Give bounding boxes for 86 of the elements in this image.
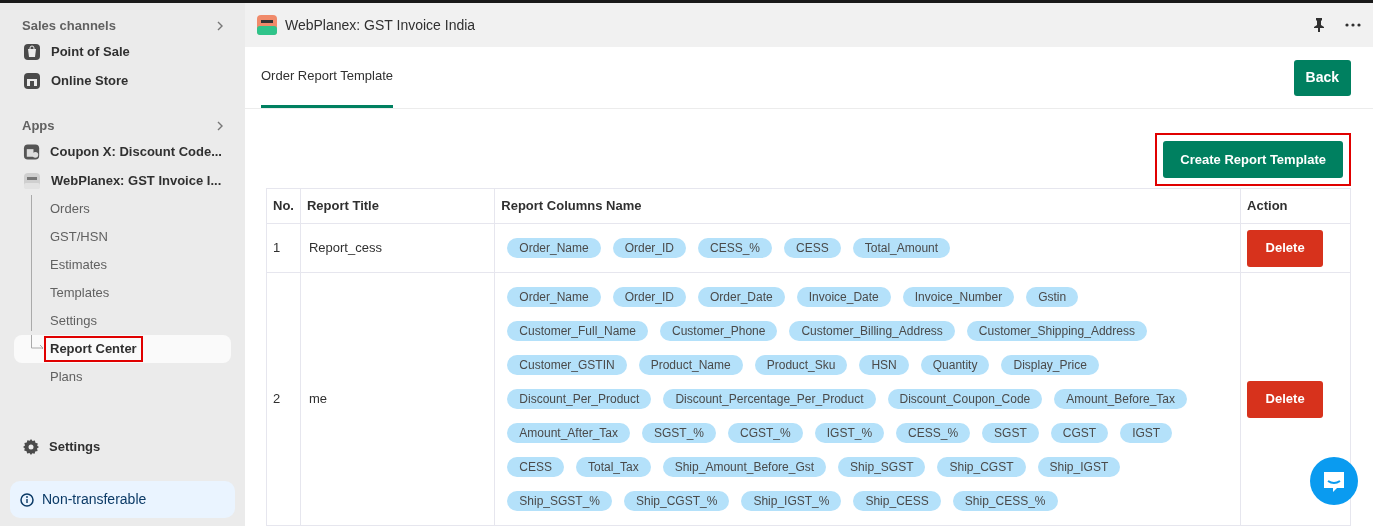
sidebar-item[interactable]: WebPlanex: GST Invoice I... [51, 171, 222, 191]
column-tag: Customer_Full_Name [507, 321, 648, 341]
column-header: Action [1240, 188, 1351, 224]
bag-icon [23, 43, 41, 61]
column-tag: Product_Sku [754, 355, 848, 375]
sidebar-item[interactable]: Coupon X: Discount Code... [50, 142, 222, 162]
chevron-right-icon[interactable] [217, 21, 223, 31]
column-tag: CESS_% [896, 423, 971, 443]
column-tag: Order_ID [612, 238, 686, 258]
column-header: Report Columns Name [494, 188, 1241, 224]
sidebar-subitem[interactable]: Orders [50, 199, 90, 219]
table-cell: Report_cess [300, 223, 495, 273]
column-tag: Ship_CGST [937, 457, 1026, 477]
sidebar-subitem[interactable]: GST/HSN [50, 227, 108, 247]
column-tag: Customer_Phone [660, 321, 778, 341]
delete-button[interactable]: Delete [1247, 380, 1324, 418]
column-tag: CESS_% [698, 238, 773, 258]
tab[interactable]: Order Report Template [261, 47, 393, 108]
column-tag: Invoice_Number [902, 287, 1015, 307]
section-heading: Apps [22, 117, 55, 136]
column-tag: Amount_After_Tax [507, 423, 630, 443]
column-tag: Total_Amount [852, 238, 951, 258]
sidebar-subitem[interactable]: Estimates [50, 255, 108, 275]
column-tag: Discount_Coupon_Code [887, 389, 1043, 409]
create-report-template-button[interactable]: Create Report Template [1163, 141, 1343, 178]
column-tag: CGST [1050, 423, 1109, 443]
column-tag: Ship_IGST [1037, 457, 1121, 477]
delete-button[interactable]: Delete [1247, 229, 1324, 267]
column-tag: Discount_Per_Product [507, 389, 652, 409]
sidebar-item[interactable]: Settings [49, 437, 101, 457]
section-heading: Sales channels [22, 17, 116, 36]
column-tag: CESS [507, 457, 564, 477]
column-tag: Customer_Billing_Address [789, 321, 955, 341]
coupon-icon [23, 143, 41, 161]
column-tag: Ship_CESS [853, 491, 941, 511]
column-tag: Total_Tax [576, 457, 651, 477]
column-tag: Customer_GSTIN [507, 355, 627, 375]
sidebar-item[interactable]: Online Store [51, 71, 129, 91]
column-header: No. [266, 188, 301, 224]
sidebar-subitem[interactable]: Settings [50, 311, 97, 331]
column-tag: Discount_Percentage_Per_Product [663, 389, 876, 409]
notice-banner: Non-transferable [10, 481, 235, 518]
app-icon [257, 15, 277, 35]
column-tag: IGST [1120, 423, 1173, 443]
column-tag: Order_Name [507, 287, 601, 307]
column-tag: Display_Price [1001, 355, 1099, 375]
table-cell: 2 [266, 272, 301, 526]
column-tag: Ship_CESS_% [952, 491, 1058, 511]
pin-icon[interactable] [1313, 18, 1325, 32]
column-tag: Ship_SGST_% [507, 491, 612, 511]
column-tag: Ship_Amount_Before_Gst [662, 457, 827, 477]
column-tag: Amount_Before_Tax [1054, 389, 1187, 409]
sidebar-subitem[interactable]: Templates [50, 283, 110, 303]
column-tag: Customer_Shipping_Address [966, 321, 1147, 341]
store-icon [23, 72, 41, 90]
column-tag: HSN [859, 355, 909, 375]
info-icon [20, 492, 34, 507]
chevron-right-icon[interactable] [217, 121, 223, 131]
back-button[interactable]: Back [1293, 59, 1351, 96]
column-tag: SGST [982, 423, 1039, 443]
column-tag: Ship_CGST_% [624, 491, 730, 511]
branch-arrow-icon [31, 335, 45, 349]
column-tag: Ship_SGST [838, 457, 926, 477]
settings-icon [23, 439, 39, 455]
column-tag: Product_Name [638, 355, 743, 375]
column-tag: CESS [784, 238, 841, 258]
table-cell: me [300, 272, 495, 526]
sidebar-item[interactable]: Point of Sale [51, 42, 130, 62]
table-cell: 1 [266, 223, 301, 273]
column-tag: Invoice_Date [796, 287, 891, 307]
column-tag: Gstin [1026, 287, 1079, 307]
chat-bubble-icon[interactable] [1310, 457, 1358, 505]
sidebar-subitem[interactable]: Plans [50, 367, 83, 387]
app-title: WebPlanex: GST Invoice India [285, 15, 476, 35]
column-tag: Order_Date [698, 287, 785, 307]
column-tag: Ship_IGST_% [741, 491, 842, 511]
column-tag: CGST_% [728, 423, 803, 443]
more-icon[interactable] [1345, 23, 1361, 27]
column-header: Report Title [300, 188, 495, 224]
column-tag: SGST_% [642, 423, 717, 443]
selected-nav-item[interactable]: Report Center [14, 335, 231, 363]
column-tag: Quantity [920, 355, 990, 375]
app-icon [23, 172, 41, 190]
column-tag: Order_Name [507, 238, 601, 258]
column-tag: Order_ID [612, 287, 686, 307]
column-tag: IGST_% [814, 423, 885, 443]
